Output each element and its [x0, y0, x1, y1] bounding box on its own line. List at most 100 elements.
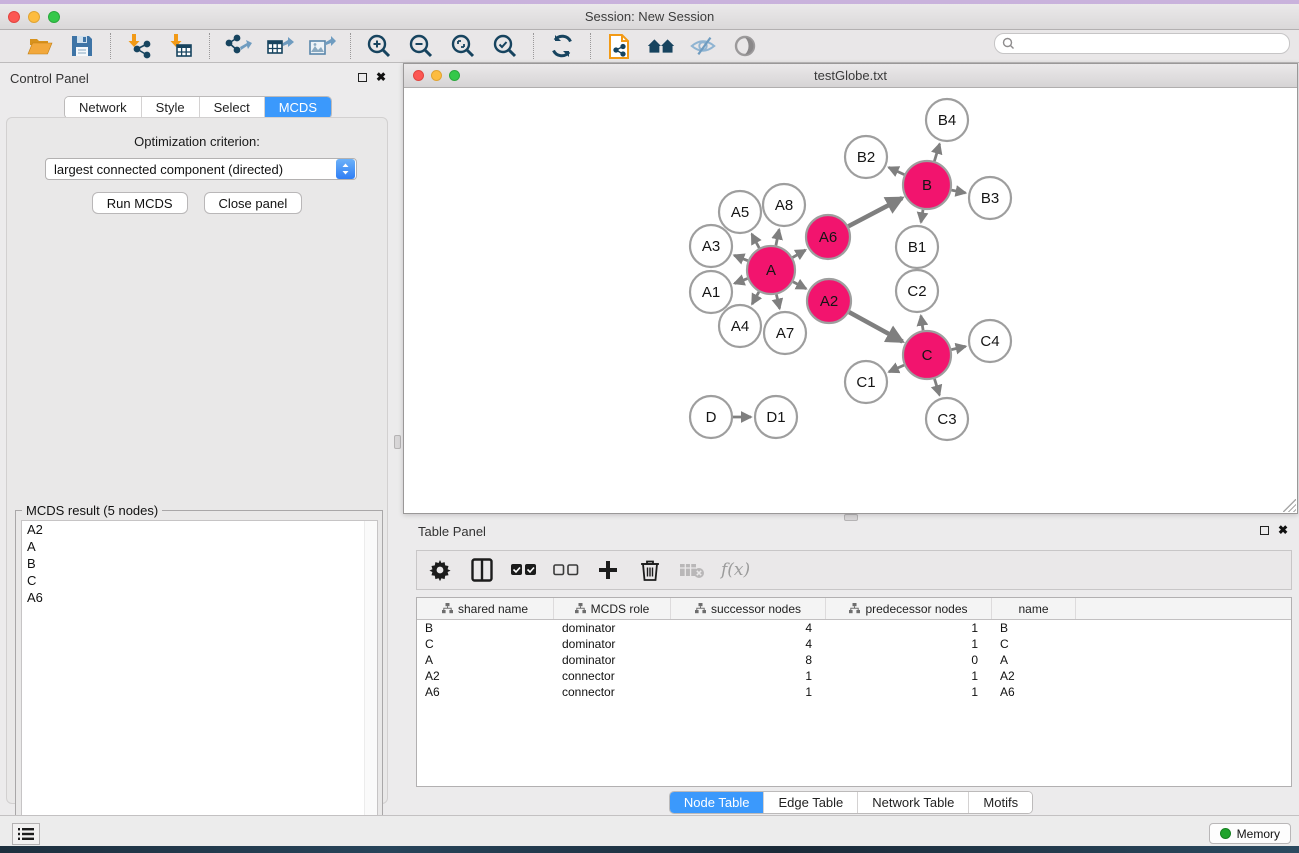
hide-unhide-icon[interactable]	[689, 32, 717, 60]
graph-node-D[interactable]: D	[690, 396, 732, 438]
eye-icon[interactable]	[731, 32, 759, 60]
graph-node-A6[interactable]: A6	[806, 215, 850, 259]
tab-mcds[interactable]: MCDS	[264, 97, 331, 118]
network-graph[interactable]: B4 B2 B B3 A5A8A6 A3 B1 A C2 A1 A2 A4A7 C4 C C1 D D1 C3	[404, 88, 1297, 513]
graph-node-C3[interactable]: C3	[926, 398, 968, 440]
float-panel-icon[interactable]	[358, 73, 367, 82]
graph-edge-A-A5[interactable]	[752, 234, 759, 248]
graph-edge-A-A2[interactable]	[793, 282, 806, 289]
tab-network-table[interactable]: Network Table	[857, 792, 968, 813]
column-header-shared-name[interactable]: shared name	[417, 598, 554, 619]
show-columns-icon[interactable]	[469, 557, 495, 583]
graph-node-B[interactable]: B	[903, 161, 951, 209]
table-row[interactable]: A6connector11A6	[417, 684, 1291, 700]
zoom-fit-icon[interactable]	[449, 32, 477, 60]
run-mcds-button[interactable]: Run MCDS	[92, 192, 188, 214]
graph-node-D1[interactable]: D1	[755, 396, 797, 438]
result-scrollbar[interactable]	[364, 521, 377, 842]
graph-node-A4[interactable]: A4	[719, 305, 761, 347]
network-window-titlebar[interactable]: testGlobe.txt	[404, 64, 1297, 88]
table-row[interactable]: Adominator80A	[417, 652, 1291, 668]
create-column-icon[interactable]	[595, 557, 621, 583]
column-header-successor-nodes[interactable]: successor nodes	[671, 598, 826, 619]
float-table-panel-icon[interactable]	[1260, 526, 1269, 535]
result-item[interactable]: A2	[22, 521, 377, 538]
graph-edge-A-A6[interactable]	[793, 250, 806, 258]
graph-edge-C-C4[interactable]	[951, 346, 965, 349]
graph-node-B2[interactable]: B2	[845, 136, 887, 178]
graph-edge-B-B3[interactable]	[952, 190, 966, 193]
unselect-all-columns-icon[interactable]	[553, 557, 579, 583]
home-icon[interactable]	[647, 32, 675, 60]
window-resize-grip[interactable]	[1283, 499, 1296, 512]
graph-edge-A-A4[interactable]	[752, 292, 759, 304]
delete-table-icon[interactable]	[679, 557, 705, 583]
zoom-in-icon[interactable]	[365, 32, 393, 60]
table-row[interactable]: Bdominator41B	[417, 620, 1291, 636]
function-builder-icon[interactable]: f(x)	[721, 557, 750, 583]
result-item[interactable]: A6	[22, 589, 377, 606]
graph-edge-A6-B[interactable]	[848, 198, 902, 226]
search-input[interactable]	[1019, 37, 1269, 51]
tab-motifs[interactable]: Motifs	[968, 792, 1032, 813]
graph-edge-C-C1[interactable]	[889, 365, 904, 372]
graph-edge-B-B2[interactable]	[889, 167, 905, 174]
vertical-divider-grip[interactable]	[394, 435, 401, 449]
close-table-panel-icon[interactable]: ✖	[1278, 525, 1288, 535]
tab-select[interactable]: Select	[199, 97, 264, 118]
delete-column-icon[interactable]	[637, 557, 663, 583]
select-all-columns-icon[interactable]	[511, 557, 537, 583]
tab-edge-table[interactable]: Edge Table	[763, 792, 857, 813]
main-titlebar[interactable]: Session: New Session	[0, 4, 1299, 30]
graph-edge-B-B4[interactable]	[934, 144, 939, 161]
tab-network[interactable]: Network	[65, 97, 141, 118]
result-item[interactable]: A	[22, 538, 377, 555]
close-panel-icon[interactable]: ✖	[376, 72, 386, 82]
export-network-icon[interactable]	[224, 32, 252, 60]
tab-style[interactable]: Style	[141, 97, 199, 118]
search-field[interactable]	[994, 33, 1290, 54]
import-table-icon[interactable]	[167, 32, 195, 60]
export-image-icon[interactable]	[308, 32, 336, 60]
network-file-icon[interactable]	[605, 32, 633, 60]
graph-node-A2[interactable]: A2	[807, 279, 851, 323]
result-item[interactable]: B	[22, 555, 377, 572]
apply-layout-icon[interactable]	[548, 32, 576, 60]
memory-button[interactable]: Memory	[1209, 823, 1291, 844]
graph-edge-A-A7[interactable]	[776, 294, 779, 308]
horizontal-divider-grip[interactable]	[844, 514, 858, 521]
export-table-icon[interactable]	[266, 32, 294, 60]
graph-node-B1[interactable]: B1	[896, 226, 938, 268]
import-network-icon[interactable]	[125, 32, 153, 60]
graph-node-A8[interactable]: A8	[763, 184, 805, 226]
column-header-name[interactable]: name	[992, 598, 1076, 619]
save-session-icon[interactable]	[68, 32, 96, 60]
graph-node-A1[interactable]: A1	[690, 271, 732, 313]
table-row[interactable]: A2connector11A2	[417, 668, 1291, 684]
graph-node-C1[interactable]: C1	[845, 361, 887, 403]
graph-edge-A2-C[interactable]	[849, 312, 902, 341]
graph-edge-A-A1[interactable]	[735, 279, 748, 284]
graph-node-A[interactable]: A	[747, 246, 795, 294]
table-row[interactable]: Cdominator41C	[417, 636, 1291, 652]
column-header-mcds-role[interactable]: MCDS role	[554, 598, 671, 619]
open-session-icon[interactable]	[26, 32, 54, 60]
graph-edge-C-C2[interactable]	[921, 316, 923, 331]
result-item[interactable]: C	[22, 572, 377, 589]
graph-node-A5[interactable]: A5	[719, 191, 761, 233]
criterion-dropdown[interactable]: largest connected component (directed)	[45, 158, 357, 180]
graph-edge-A-A3[interactable]	[734, 255, 748, 260]
graph-node-B4[interactable]: B4	[926, 99, 968, 141]
graph-edge-C-C3[interactable]	[935, 379, 940, 395]
column-header-predecessor-nodes[interactable]: predecessor nodes	[826, 598, 992, 619]
zoom-selected-icon[interactable]	[491, 32, 519, 60]
tab-node-table[interactable]: Node Table	[670, 792, 764, 813]
graph-node-C4[interactable]: C4	[969, 320, 1011, 362]
graph-node-B3[interactable]: B3	[969, 177, 1011, 219]
graph-node-C[interactable]: C	[903, 331, 951, 379]
graph-node-C2[interactable]: C2	[896, 270, 938, 312]
graph-node-A7[interactable]: A7	[764, 312, 806, 354]
close-panel-button[interactable]: Close panel	[204, 192, 303, 214]
table-settings-icon[interactable]	[427, 557, 453, 583]
graph-node-A3[interactable]: A3	[690, 225, 732, 267]
